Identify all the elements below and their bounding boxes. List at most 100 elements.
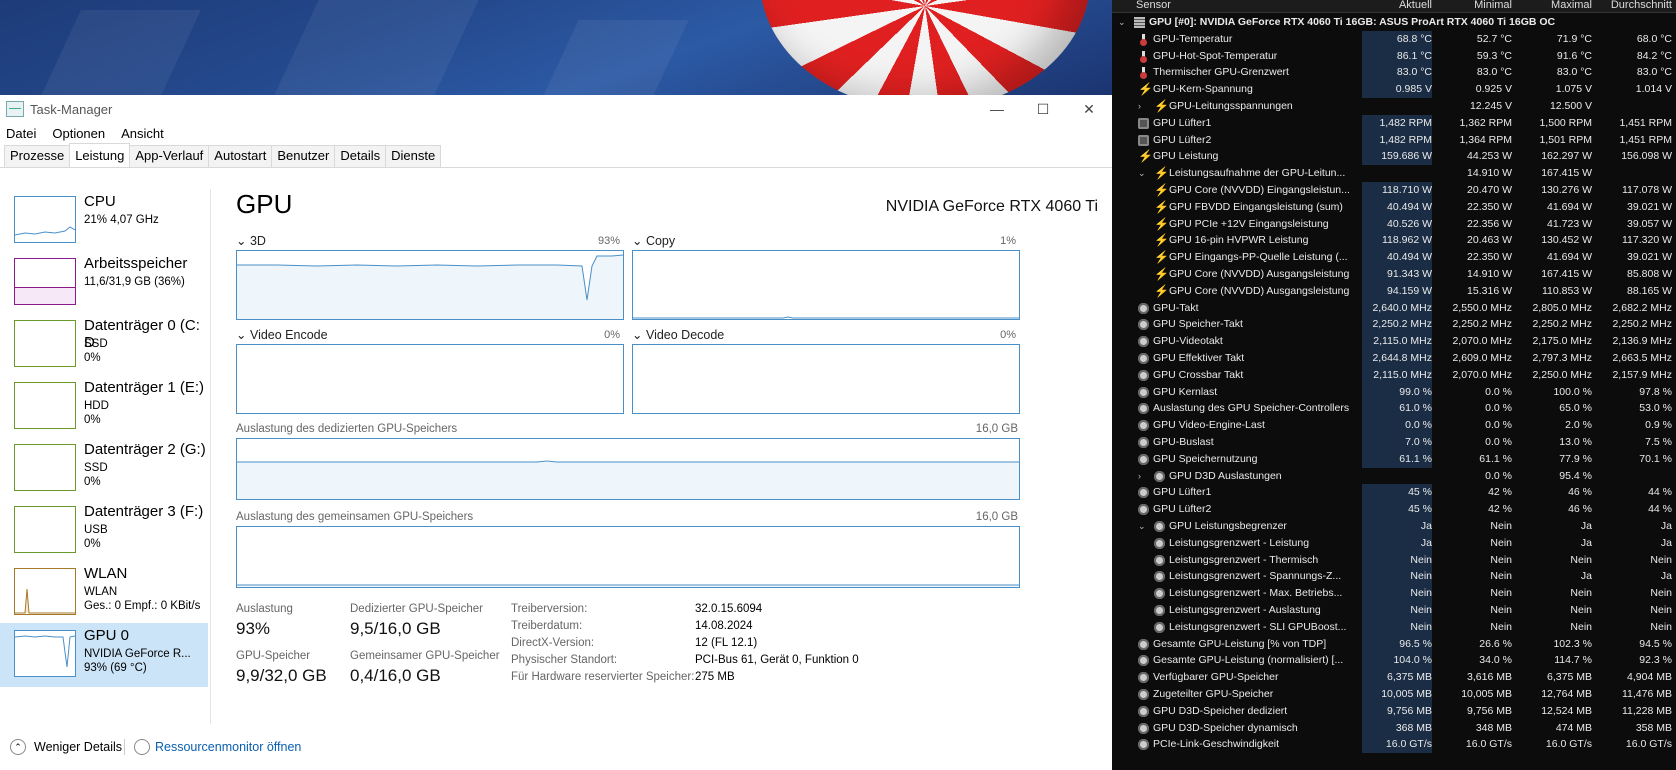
sensor-row[interactable]: ⚡ GPU Core (NVVDD) Eingangsleistun... 118.… [1112,182,1676,199]
sensor-row[interactable]: ⚡ GPU Core (NVVDD) Ausgangsleistung 91.343… [1112,266,1676,283]
chevron-down-icon[interactable]: ⌄ [1138,518,1146,535]
sensor-row[interactable]: › ⚡ GPU-Leitungsspannungen 12.245 V 12.500 V [1112,98,1676,115]
sensor-row[interactable]: GPU Effektiver Takt 2,644.8 MHz 2,609.0 MH… [1112,350,1676,367]
sensor-label: GPU Kernlast [1153,385,1218,398]
engine-label-video-encode[interactable]: ⌄ Video Encode [236,327,328,342]
sensor-value-cur: Nein [1362,618,1432,636]
sensor-row[interactable]: Zugeteilter GPU-Speicher 10,005 MB 10,005 … [1112,686,1676,703]
fewer-details-link[interactable]: Weniger Details [34,740,122,754]
sensor-row[interactable]: GPU Lüfter1 45 % 42 % 46 % 44 % [1112,484,1676,502]
menu-ansicht[interactable]: Ansicht [121,123,164,145]
sensor-value-max: 167.415 W [1541,268,1592,280]
sidebar-item-memory[interactable]: Arbeitsspeicher 11,6/31,9 GB (36%) [0,251,208,315]
tab-dienste[interactable]: Dienste [385,145,442,167]
sensor-row[interactable]: Gesamte GPU-Leistung (normalisiert) [...… [1112,652,1676,670]
sensor-row[interactable]: Verfügbarer GPU-Speicher 6,375 MB 3,616 MB… [1112,669,1676,687]
sensor-row[interactable]: ⚡ GPU PCIe +12V Eingangsleistung 40.526 W 2… [1112,215,1676,233]
sensor-value-min: 83.0 °C [1476,66,1512,79]
sensor-row[interactable]: Auslastung des GPU Speicher-Controllers 6… [1112,400,1676,418]
gauge-icon [1154,470,1165,482]
maximize-button[interactable]: ☐ [1020,95,1066,123]
sensor-row[interactable]: Leistungsgrenzwert - Spannungs-Z... Nein N… [1112,568,1676,586]
sensor-row[interactable]: ⚡ GPU Eingangs-PP-Quelle Leistung (... 40.… [1112,249,1676,267]
engine-label-video-decode[interactable]: ⌄ Video Decode [632,327,724,342]
sensor-value-cur: 118.962 W [1362,232,1432,250]
tab-benutzer[interactable]: Benutzer [271,145,336,167]
sensor-row[interactable]: ⌄ GPU [#0]: NVIDIA GeForce RTX 4060 Ti 16… [1112,14,1676,31]
sensor-row[interactable]: GPU-Videotakt 2,115.0 MHz 2,070.0 MHz 2,175… [1112,333,1676,351]
tab-prozesse[interactable]: Prozesse [4,145,71,167]
sensor-row[interactable]: GPU Lüfter1 1,482 RPM 1,362 RPM 1,500 RPM 1,… [1112,114,1676,132]
tab-autostart[interactable]: Autostart [208,145,273,167]
sensor-label: GPU D3D Auslastungen [1169,469,1282,482]
sensor-value-avg: Ja [1660,520,1672,532]
sidebar-item-disk-1[interactable]: Datenträger 1 (E:) HDD 0% [0,375,208,439]
sensor-value-max: 1,501 RPM [1539,133,1592,146]
sensor-row[interactable]: ⚡ GPU Leistung 159.686 W 44.253 W 162.297 W 1… [1112,148,1676,166]
sidebar-item-disk-2[interactable]: Datenträger 2 (G:) SSD 0% [0,437,208,501]
tab-leistung[interactable]: Leistung [69,143,131,166]
sidebar-item-gpu-0[interactable]: GPU 0 NVIDIA GeForce R... 93% (69 °C) [0,623,208,687]
sensor-row[interactable]: ⚡ GPU 16-pin HVPWR Leistung 118.962 W 20.46… [1112,232,1676,250]
sensor-row[interactable]: Leistungsgrenzwert - Auslastung Nein Nein N… [1112,602,1676,619]
gauge-icon [1154,537,1165,549]
sensor-row[interactable]: GPU Speichernutzung 61.1 % 61.1 % 77.9 % 70.… [1112,450,1676,468]
sensor-row[interactable]: Gesamte GPU-Leistung [% von TDP] 96.5 % 26… [1112,635,1676,653]
sensor-row[interactable]: ⌄ GPU Leistungsbegrenzer Ja Nein Ja Ja [1112,518,1676,535]
sensor-row[interactable]: GPU Speicher-Takt 2,250.2 MHz 2,250.2 MHz 2… [1112,316,1676,334]
sidebar-item-disk-3[interactable]: Datenträger 3 (F:) USB 0% [0,499,208,563]
sidebar-item-wlan[interactable]: WLAN WLAN Ges.: 0 Empf.: 0 KBit/s [0,561,208,625]
sensor-row[interactable]: GPU-Temperatur 68.8 °C 52.7 °C 71.9 °C 68.0 … [1112,30,1676,48]
sensor-value-cur: 0.985 V [1362,81,1432,99]
sidebar-item-cpu[interactable]: CPU 21% 4,07 GHz [0,189,208,253]
sensor-row[interactable]: GPU D3D-Speicher dynamisch 368 MB 348 MB 47… [1112,719,1676,737]
engine-label-copy[interactable]: ⌄ Copy [632,233,675,248]
column-minimal[interactable]: Minimal [1442,0,1512,11]
tab-details[interactable]: Details [334,145,387,167]
column-durchschnitt[interactable]: Durchschnitt [1602,0,1672,11]
menu-optionen[interactable]: Optionen [52,123,105,145]
column-sensor[interactable]: Sensor [1136,0,1171,11]
sensor-row[interactable]: ⚡ GPU-Kern-Spannung 0.985 V 0.925 V 1.075 V 1… [1112,81,1676,99]
minimize-button[interactable]: — [974,95,1020,123]
sensor-row[interactable]: › GPU D3D Auslastungen 0.0 % 95.4 % [1112,468,1676,485]
tab-app-verlauf[interactable]: App-Verlauf [129,145,210,167]
chevron-right-icon[interactable]: › [1138,468,1141,485]
sidebar-item-disk-0[interactable]: Datenträger 0 (C: D SSD 0% [0,313,208,377]
column-aktuell[interactable]: Aktuell [1362,0,1432,11]
sensor-row[interactable]: PCIe-Link-Geschwindigkeit 16.0 GT/s 16.0 G… [1112,736,1676,754]
chevron-down-icon[interactable]: ⌄ [1138,165,1146,182]
engine-label-3d[interactable]: ⌄ 3D [236,233,266,248]
sensor-value-avg: 16.0 GT/s [1625,738,1672,751]
sensor-row[interactable]: GPU Lüfter2 45 % 42 % 46 % 44 % [1112,501,1676,519]
sensor-row[interactable]: GPU Lüfter2 1,482 RPM 1,364 RPM 1,501 RPM 1,… [1112,131,1676,149]
menu-datei[interactable]: Datei [6,123,36,145]
sensor-row[interactable]: GPU-Buslast 7.0 % 0.0 % 13.0 % 7.5 % [1112,434,1676,451]
chevron-up-icon[interactable]: ⌃ [10,739,26,755]
chevron-right-icon[interactable]: › [1138,98,1141,115]
sensor-row[interactable]: Leistungsgrenzwert - SLI GPUBoost... Nein… [1112,618,1676,636]
sensor-row[interactable]: GPU Video-Engine-Last 0.0 % 0.0 % 2.0 % 0.9 … [1112,417,1676,435]
sensor-value-max: 1.075 V [1555,83,1592,96]
sensor-row[interactable]: Leistungsgrenzwert - Max. Betriebs... Nei… [1112,585,1676,603]
column-maximal[interactable]: Maximal [1522,0,1592,11]
sensor-row[interactable]: Leistungsgrenzwert - Leistung Ja Nein Ja Ja [1112,534,1676,552]
sensor-row[interactable]: ⚡ GPU Core (NVVDD) Ausgangsleistung 94.159… [1112,282,1676,300]
sensor-row[interactable]: GPU-Takt 2,640.0 MHz 2,550.0 MHz 2,805.0 MH… [1112,299,1676,317]
close-button[interactable]: ✕ [1066,95,1112,123]
sensor-value-avg: 39.057 W [1627,217,1672,230]
sensor-row[interactable]: Leistungsgrenzwert - Thermisch Nein Nein Ne… [1112,551,1676,569]
chevron-down-icon[interactable]: ⌄ [1118,14,1126,31]
sensor-row[interactable]: ⚡ GPU FBVDD Eingangsleistung (sum) 40.494 … [1112,198,1676,216]
sensor-value-max: 41.694 W [1547,200,1592,213]
sensor-value-cur: 91.343 W [1362,266,1432,283]
sensor-value-avg: 84.2 °C [1636,49,1672,62]
sensor-row[interactable]: GPU-Hot-Spot-Temperatur 86.1 °C 59.3 °C 91.… [1112,47,1676,65]
sensor-row[interactable]: GPU D3D-Speicher dediziert 9,756 MB 9,756 … [1112,702,1676,720]
sensor-row[interactable]: ⌄ ⚡ Leistungsaufnahme der GPU-Leitun... 14.… [1112,165,1676,182]
sensor-row[interactable]: GPU Kernlast 99.0 % 0.0 % 100.0 % 97.8 % [1112,383,1676,401]
sensor-row[interactable]: GPU Crossbar Takt 2,115.0 MHz 2,070.0 MHz 2… [1112,366,1676,384]
resource-monitor-link[interactable]: Ressourcenmonitor öffnen [155,740,301,754]
sensor-row[interactable]: Thermischer GPU-Grenzwert 83.0 °C 83.0 °C 8… [1112,64,1676,82]
lightning-icon: ⚡ [1154,199,1169,214]
